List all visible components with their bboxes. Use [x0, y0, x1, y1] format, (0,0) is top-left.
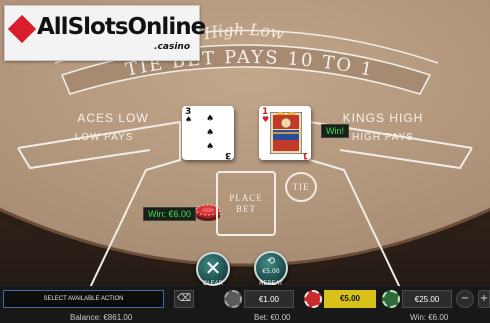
watermark-main: AllSlotsOnline [37, 14, 206, 40]
card-right: 1 ♥ 1 [259, 106, 311, 160]
chip-5-icon[interactable] [304, 290, 322, 308]
game-stage: TIE BET PAYS 10 TO 1 High Low ACES LOW L… [0, 0, 490, 323]
chip-25-value[interactable]: €25.00 [402, 290, 452, 308]
card-right-rank-bottom: 1 [301, 150, 308, 160]
close-icon: ✕ [204, 256, 222, 280]
place-bet-area[interactable]: PLACE BET [216, 171, 276, 236]
right-area-title: KINGS HIGH [343, 111, 424, 125]
chip-25-icon[interactable] [382, 290, 400, 308]
right-area-sub: HIGH PAYS [352, 132, 414, 143]
repeat-button[interactable]: ⟲ €5.00 [254, 251, 288, 285]
win-display: Win: €6.00 [410, 313, 449, 322]
balance-display: Balance: €861.00 [70, 313, 133, 322]
status-message: SELECT AVAILABLE ACTION [3, 290, 164, 308]
left-area-title: ACES LOW [77, 111, 148, 125]
site-watermark: AllSlotsOnline .casino [4, 5, 206, 61]
minus-icon[interactable]: − [456, 290, 474, 308]
bet-display: Bet: €0.00 [254, 313, 291, 322]
card-left-rank-bottom: 3 [224, 150, 231, 160]
clear-bets-icon[interactable]: ⌫ [174, 290, 194, 308]
repeat-amount: €5.00 [262, 268, 280, 275]
diamond-logo-icon [7, 14, 37, 44]
chip-5-value[interactable]: €5.00 [324, 290, 376, 308]
card-win-label: Win! [321, 124, 349, 138]
chip-1-value[interactable]: €1.00 [244, 290, 294, 308]
king-face-icon [270, 112, 302, 154]
left-area-sub: LOW PAYS [75, 132, 134, 143]
spade-icon: ♠ [206, 114, 215, 124]
place-bet-line2: BET [236, 204, 256, 214]
plus-icon[interactable]: + [478, 290, 490, 308]
chip-win-label: Win: €6.00 [143, 207, 197, 221]
place-bet-line1: PLACE [229, 193, 263, 203]
spade-icon: ♠ [206, 128, 215, 138]
card-left: 3 ♠ ♠ ♠ ♠ 3 [182, 106, 234, 160]
watermark-sub: .casino [154, 42, 190, 52]
repeat-icon: ⟲ [266, 256, 276, 267]
heart-icon: ♥ [262, 115, 270, 124]
spade-icon: ♠ [206, 142, 215, 152]
spade-icon: ♠ [185, 115, 193, 124]
tie-bet-area[interactable]: TIE [285, 172, 317, 202]
tie-label: TIE [292, 182, 310, 192]
chip-1-icon[interactable] [224, 290, 242, 308]
